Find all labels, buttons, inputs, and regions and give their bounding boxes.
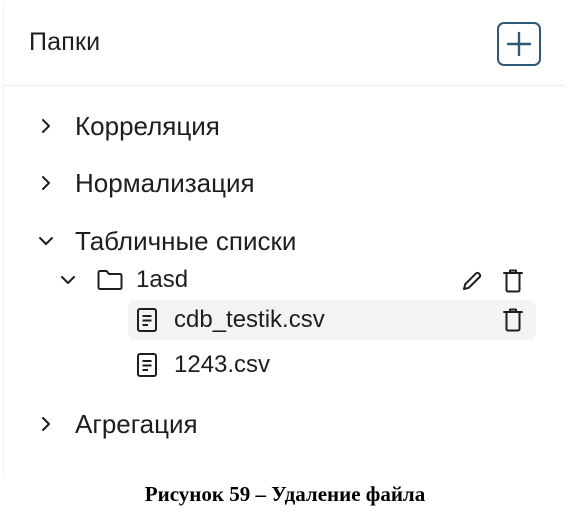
- file-text-icon: [136, 352, 158, 378]
- figure-caption: Рисунок 59 – Удаление файла: [144, 482, 426, 506]
- trash-icon: [503, 269, 523, 293]
- folder-item-normalization[interactable]: Нормализация: [36, 166, 255, 200]
- file-item-1243[interactable]: 1243.csv: [128, 345, 536, 385]
- folder-label: Табличные списки: [75, 225, 297, 256]
- pencil-icon: [463, 271, 482, 290]
- edit-folder-button[interactable]: [459, 268, 485, 294]
- folder-icon: [96, 268, 124, 292]
- chevron-right-icon[interactable]: [36, 414, 56, 434]
- folder-label: Корреляция: [75, 110, 220, 141]
- file-label: 1243.csv: [174, 351, 271, 378]
- panel-title: Папки: [29, 28, 101, 56]
- folder-item-correlation[interactable]: Корреляция: [36, 109, 220, 143]
- file-label: cdb_testik.csv: [174, 306, 325, 333]
- chevron-down-icon[interactable]: [36, 231, 56, 251]
- folder-item-aggregation[interactable]: Агрегация: [36, 407, 198, 441]
- folder-label: Нормализация: [75, 167, 255, 198]
- delete-file-button[interactable]: [500, 306, 526, 334]
- trash-icon: [503, 308, 523, 332]
- subfolder-item-1asd[interactable]: 1asd: [58, 263, 188, 297]
- chevron-right-icon[interactable]: [36, 116, 56, 136]
- folder-item-table-lists[interactable]: Табличные списки: [36, 224, 296, 258]
- file-text-icon: [136, 307, 158, 333]
- subfolder-label: 1asd: [136, 266, 189, 293]
- folders-panel: Папки Корреляция Нормализация Табличные …: [3, 2, 565, 478]
- add-folder-button[interactable]: [497, 22, 541, 66]
- file-item-cdb-testik[interactable]: cdb_testik.csv: [128, 300, 536, 340]
- delete-folder-button[interactable]: [500, 267, 526, 295]
- chevron-right-icon[interactable]: [36, 173, 56, 193]
- chevron-down-icon[interactable]: [58, 270, 78, 290]
- panel-header: Папки: [4, 2, 565, 86]
- folder-label: Агрегация: [75, 408, 198, 439]
- plus-icon: [506, 31, 532, 57]
